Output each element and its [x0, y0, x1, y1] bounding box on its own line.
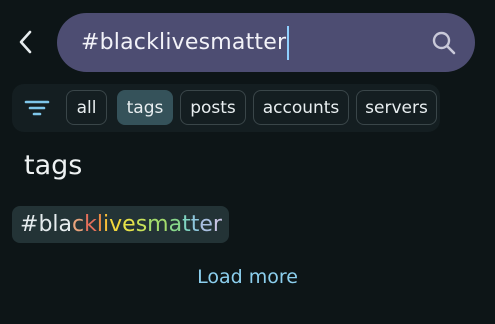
filter-chip-servers[interactable]: servers	[356, 90, 437, 125]
search-input[interactable]: #blacklivesmatter	[81, 30, 286, 55]
search-icon[interactable]	[431, 30, 457, 56]
filter-chip-tags[interactable]: tags	[117, 90, 173, 125]
search-screen: #blacklivesmatter all tags posts account…	[0, 0, 495, 324]
hashtag-label: #blacklivesmatter	[20, 212, 222, 237]
hashtag-result[interactable]: #blacklivesmatter	[12, 206, 229, 243]
text-cursor	[287, 25, 290, 60]
load-more-button[interactable]: Load more	[0, 266, 495, 288]
section-heading: tags	[24, 150, 83, 181]
back-button[interactable]	[8, 24, 44, 60]
chevron-left-icon	[19, 30, 32, 54]
filter-chip-accounts[interactable]: accounts	[253, 90, 349, 125]
search-field[interactable]: #blacklivesmatter	[57, 13, 475, 72]
filter-chip-all[interactable]: all	[66, 90, 107, 125]
search-filter-bar: all tags posts accounts servers	[12, 84, 440, 132]
filter-icon[interactable]	[24, 95, 50, 121]
filter-chip-posts[interactable]: posts	[180, 90, 246, 125]
